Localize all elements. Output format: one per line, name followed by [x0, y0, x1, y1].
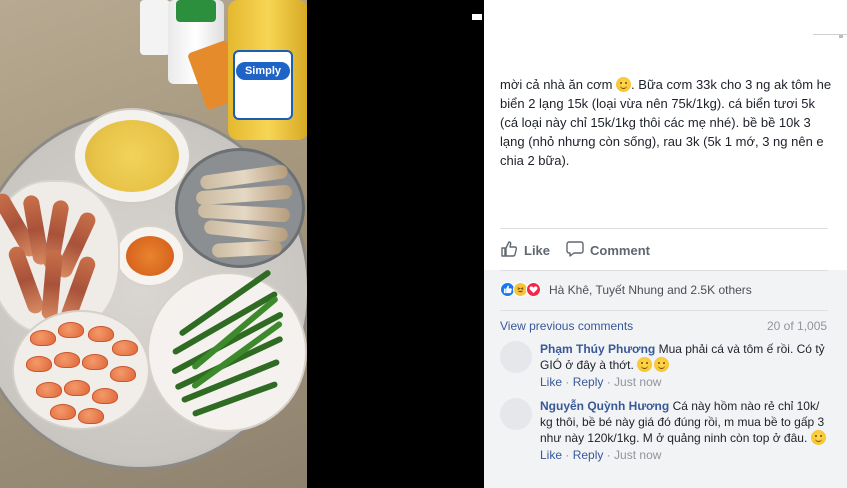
- comment-count: 20 of 1,005: [767, 319, 828, 333]
- dipping-sauce-bowl: [115, 225, 185, 287]
- comment-body: Phạm Thúy Phương Mua phải cá và tôm ế rồ…: [540, 341, 830, 390]
- comment-actions: Like · Reply · Just now: [540, 375, 662, 389]
- thumbs-up-icon: [500, 240, 518, 261]
- shrimp: [88, 326, 114, 342]
- oil-brand-logo: Simply: [236, 62, 290, 80]
- reactions-divider: [500, 270, 828, 271]
- shrimp: [54, 352, 80, 368]
- comment-timestamp[interactable]: Just now: [614, 448, 661, 462]
- shrimp: [112, 340, 138, 356]
- comment-reply-link[interactable]: Reply: [573, 375, 604, 389]
- comment-body: Nguyễn Quỳnh Hương Cá này hồm nào rẻ chỉ…: [540, 398, 830, 463]
- comment-timestamp[interactable]: Just now: [614, 375, 661, 389]
- white-bottle: [140, 0, 170, 55]
- shrimp: [26, 356, 52, 372]
- avatar[interactable]: [500, 341, 532, 373]
- comment-author[interactable]: Phạm Thúy Phương: [540, 342, 655, 356]
- post-photo[interactable]: Simply: [0, 0, 307, 488]
- reaction-icons: [500, 282, 541, 297]
- photo-viewer-gap: [307, 0, 484, 488]
- comment-item: Phạm Thúy Phương Mua phải cá và tôm ế rồ…: [500, 341, 830, 393]
- comment-author[interactable]: Nguyễn Quỳnh Hương: [540, 399, 669, 413]
- shrimp: [78, 408, 104, 424]
- bottle-cap: [176, 0, 216, 22]
- shrimp: [110, 366, 136, 382]
- comments-divider: [500, 310, 828, 311]
- shrimp: [50, 404, 76, 420]
- comment-like-link[interactable]: Like: [540, 448, 562, 462]
- vegetable-plate: [147, 272, 307, 432]
- comment-bubble-icon: [566, 240, 584, 261]
- shrimp: [64, 380, 90, 396]
- avatar[interactable]: [500, 398, 532, 430]
- top-marker: [472, 14, 482, 20]
- shrimp: [58, 322, 84, 338]
- reaction-names[interactable]: Hà Khê, Tuyết Nhung and 2.5K others: [549, 283, 752, 297]
- oil-label: [233, 50, 293, 120]
- view-previous-comments-link[interactable]: View previous comments: [500, 319, 633, 333]
- comment-item: Nguyễn Quỳnh Hương Cá này hồm nào rẻ chỉ…: [500, 398, 830, 482]
- comment-like-link[interactable]: Like: [540, 375, 562, 389]
- smiley-emoji-icon: [637, 357, 653, 372]
- post-caption: mời cả nhà ăn cơm . Bữa cơm 33k cho 3 ng…: [500, 75, 832, 170]
- grinning-emoji-icon: [810, 430, 826, 445]
- comment-button-label: Comment: [590, 242, 650, 258]
- smiley-emoji-icon: [616, 77, 632, 92]
- comment-actions: Like · Reply · Just now: [540, 448, 662, 462]
- shrimp: [36, 382, 62, 398]
- like-button-label: Like: [524, 242, 551, 258]
- shrimp: [82, 354, 108, 370]
- comment-button[interactable]: Comment: [566, 240, 650, 261]
- post-caption-part-1: mời cả nhà ăn cơm: [500, 77, 617, 92]
- shrimp: [92, 388, 118, 404]
- love-reaction-icon: [526, 282, 541, 297]
- shrimp: [30, 330, 56, 346]
- post-action-bar: Like Comment: [500, 238, 828, 262]
- smiley-emoji-icon: [654, 357, 670, 372]
- reactions-summary[interactable]: Hà Khê, Tuyết Nhung and 2.5K others: [500, 282, 752, 297]
- comment-reply-link[interactable]: Reply: [573, 448, 604, 462]
- panel-header-dot: [839, 35, 843, 38]
- like-button[interactable]: Like: [500, 240, 550, 261]
- action-divider-top: [500, 228, 828, 229]
